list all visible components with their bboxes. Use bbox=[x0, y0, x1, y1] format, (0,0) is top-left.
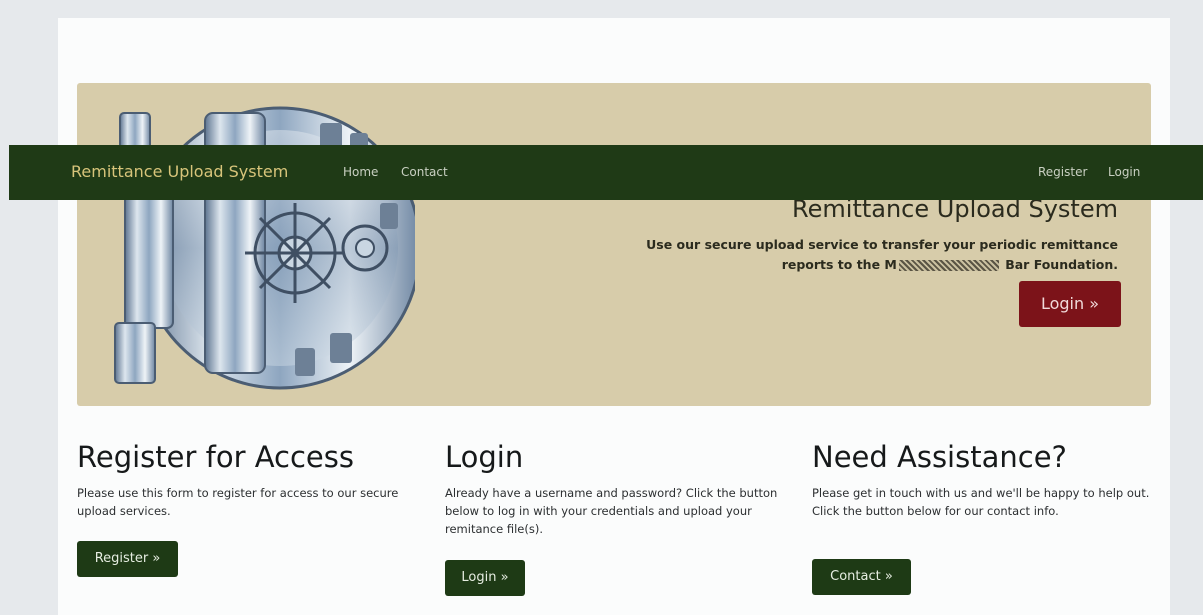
nav-link-login[interactable]: Login bbox=[1108, 165, 1140, 179]
nav-link-contact[interactable]: Contact bbox=[401, 165, 448, 179]
hero-description-line2-start: reports to the M bbox=[781, 257, 897, 272]
navbar-brand[interactable]: Remittance Upload System bbox=[71, 162, 288, 181]
login-button[interactable]: Login » bbox=[445, 560, 525, 596]
register-section: Register for Access Please use this form… bbox=[77, 440, 422, 520]
vault-door-image bbox=[114, 106, 415, 390]
nav-link-home[interactable]: Home bbox=[343, 165, 378, 179]
contact-button[interactable]: Contact » bbox=[812, 559, 911, 595]
login-section: Login Already have a username and passwo… bbox=[445, 440, 790, 538]
hero-description-line1: Use our secure upload service to transfe… bbox=[646, 237, 1118, 252]
top-navbar: Remittance Upload System Home Contact Re… bbox=[9, 145, 1203, 200]
redaction-mark bbox=[898, 260, 999, 271]
assistance-heading: Need Assistance? bbox=[812, 440, 1067, 474]
login-description: Already have a username and password? Cl… bbox=[445, 486, 778, 536]
hero-banner: Remittance Upload System Use our secure … bbox=[77, 83, 1151, 406]
nav-link-register[interactable]: Register bbox=[1038, 165, 1087, 179]
hero-login-button[interactable]: Login » bbox=[1019, 281, 1121, 327]
hero-description: Use our secure upload service to transfe… bbox=[598, 235, 1118, 275]
register-button[interactable]: Register » bbox=[77, 541, 178, 577]
assistance-section: Need Assistance? Please get in touch wit… bbox=[812, 440, 1157, 520]
login-heading: Login bbox=[445, 440, 524, 474]
register-heading: Register for Access bbox=[77, 440, 354, 474]
register-description: Please use this form to register for acc… bbox=[77, 486, 399, 518]
hero-description-line2-end: Bar Foundation. bbox=[1000, 257, 1118, 272]
assistance-description: Please get in touch with us and we'll be… bbox=[812, 486, 1150, 518]
